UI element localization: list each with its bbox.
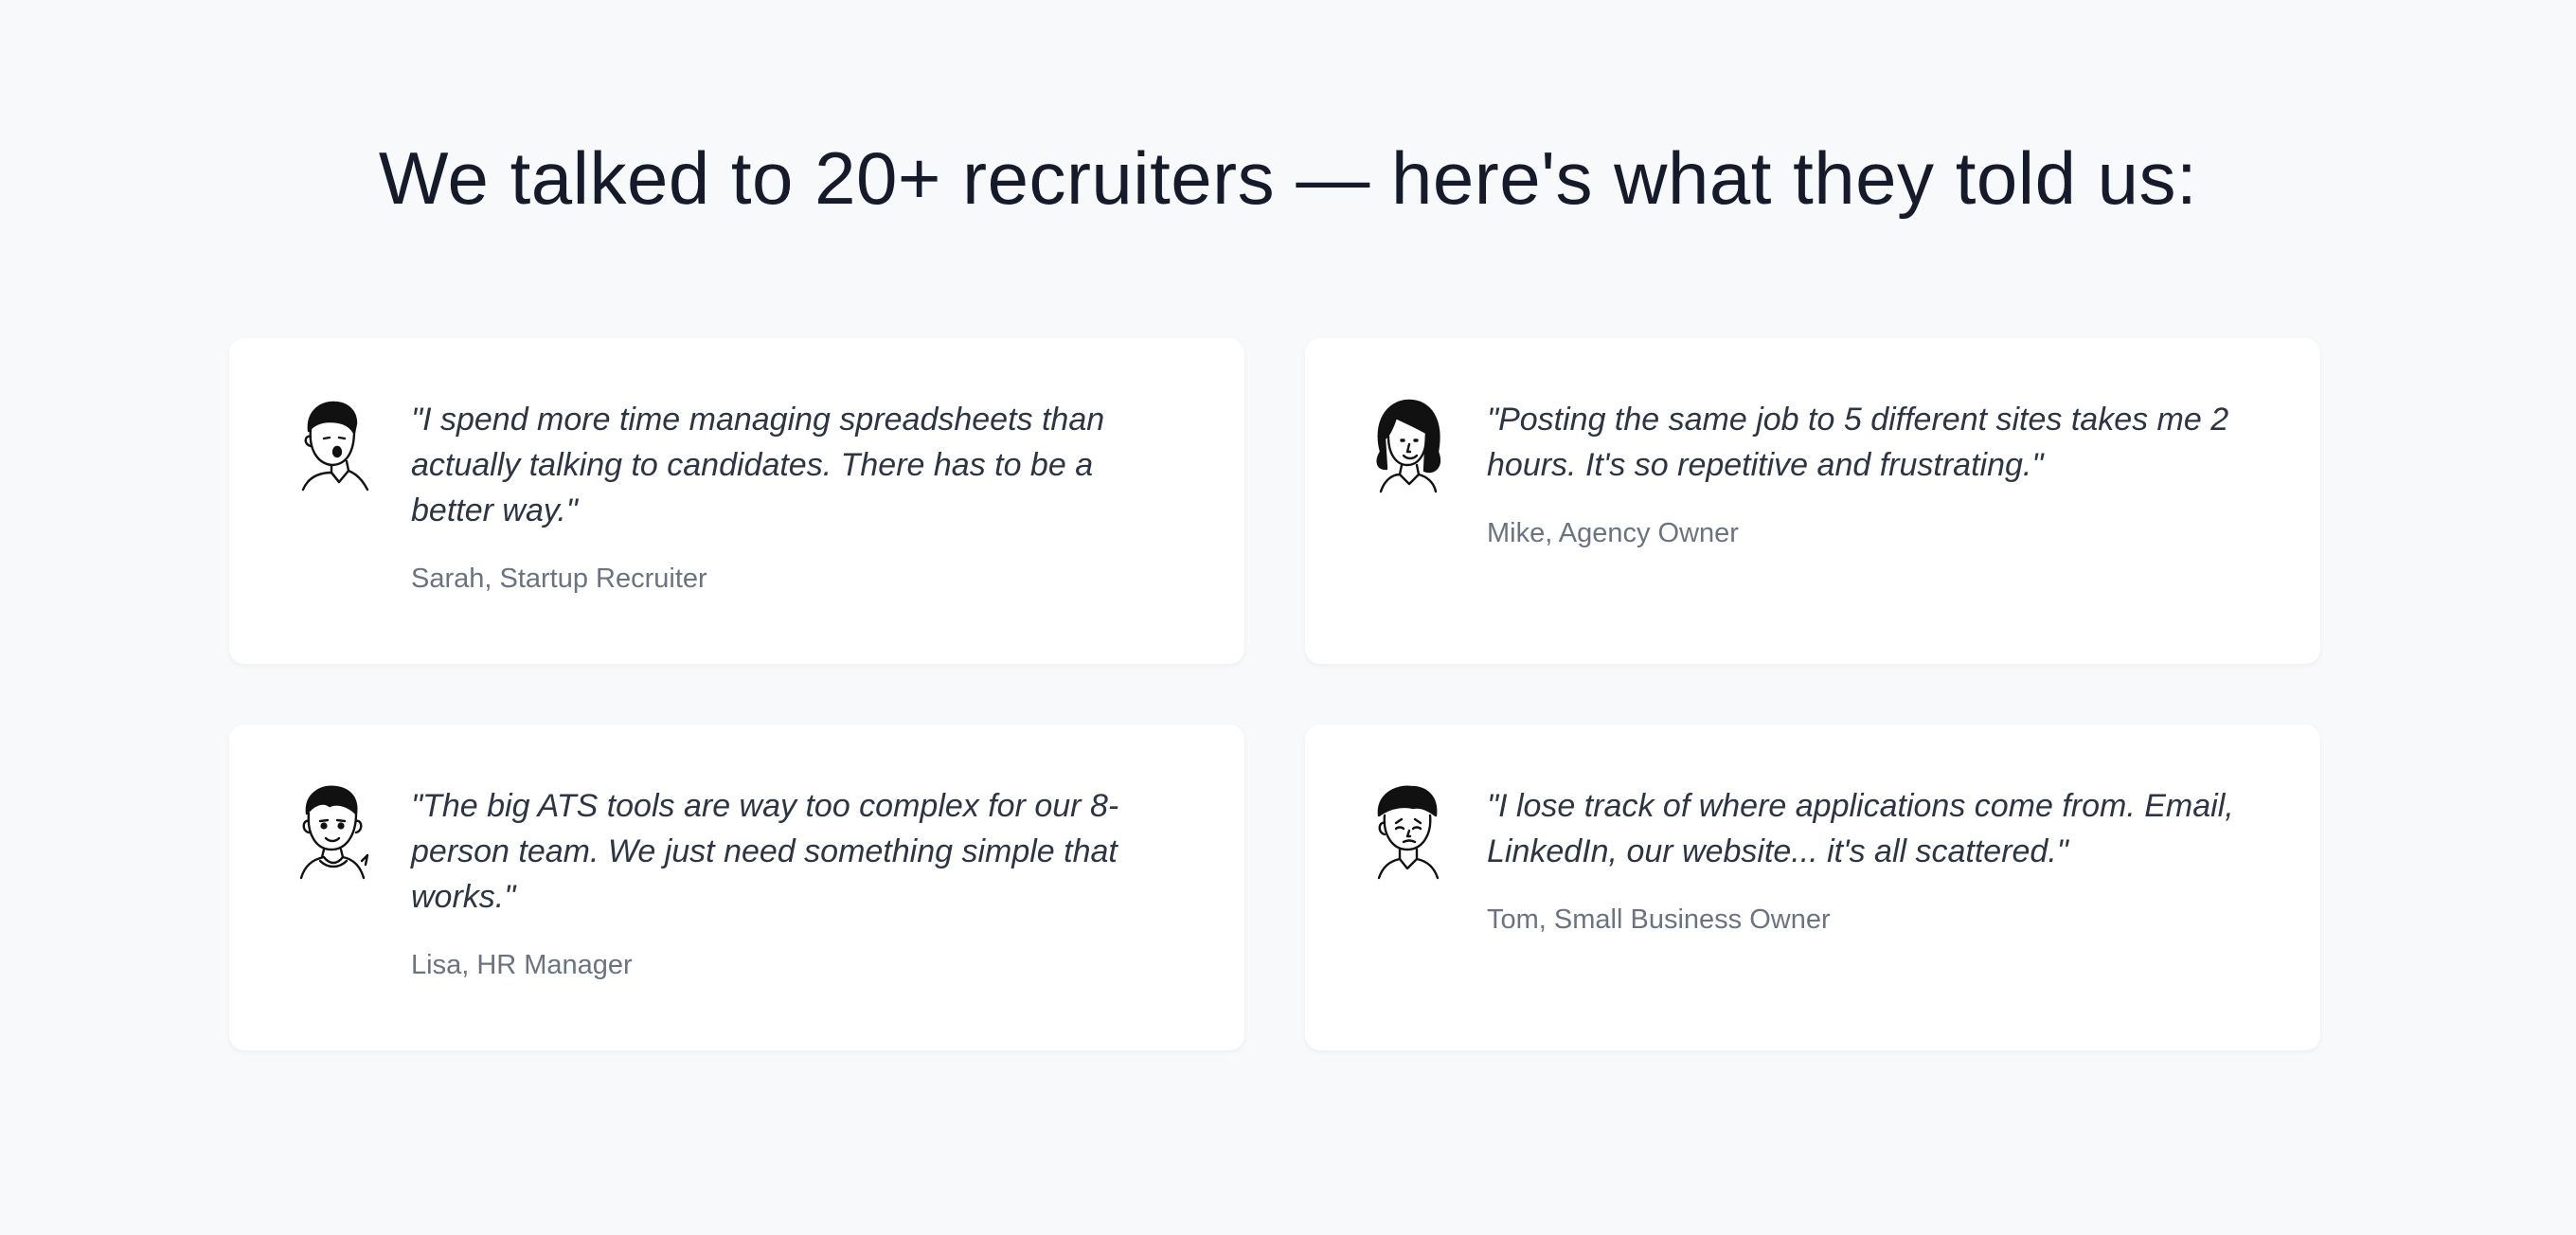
testimonials-grid: "I spend more time managing spreadsheets… [229, 338, 2320, 1050]
testimonial-card: "The big ATS tools are way too complex f… [229, 725, 1244, 1050]
testimonial-card: "Posting the same job to 5 different sit… [1305, 338, 2320, 664]
section-heading: We talked to 20+ recruiters — here's wha… [378, 136, 2198, 220]
testimonial-quote: "Posting the same job to 5 different sit… [1487, 402, 2229, 483]
testimonials-section: We talked to 20+ recruiters — here's wha… [0, 0, 2576, 1235]
testimonial-author: Sarah, Startup Recruiter [411, 564, 707, 594]
testimonial-quote: "The big ATS tools are way too complex f… [411, 788, 1119, 915]
man-worried-avatar-icon [1368, 781, 1447, 880]
woman-smiling-avatar-icon [1368, 395, 1447, 493]
testimonial-author: Lisa, HR Manager [411, 950, 633, 980]
man-smiling-avatar-icon [292, 781, 371, 880]
testimonial-quote: "I spend more time managing spreadsheets… [411, 402, 1105, 528]
testimonial-quote: "I lose track of where applications come… [1487, 788, 2234, 869]
testimonial-card: "I spend more time managing spreadsheets… [229, 338, 1244, 664]
testimonial-author: Tom, Small Business Owner [1487, 904, 1831, 935]
testimonial-author: Mike, Agency Owner [1487, 518, 1739, 548]
man-surprised-avatar-icon [292, 395, 371, 493]
testimonial-card: "I lose track of where applications come… [1305, 725, 2320, 1050]
